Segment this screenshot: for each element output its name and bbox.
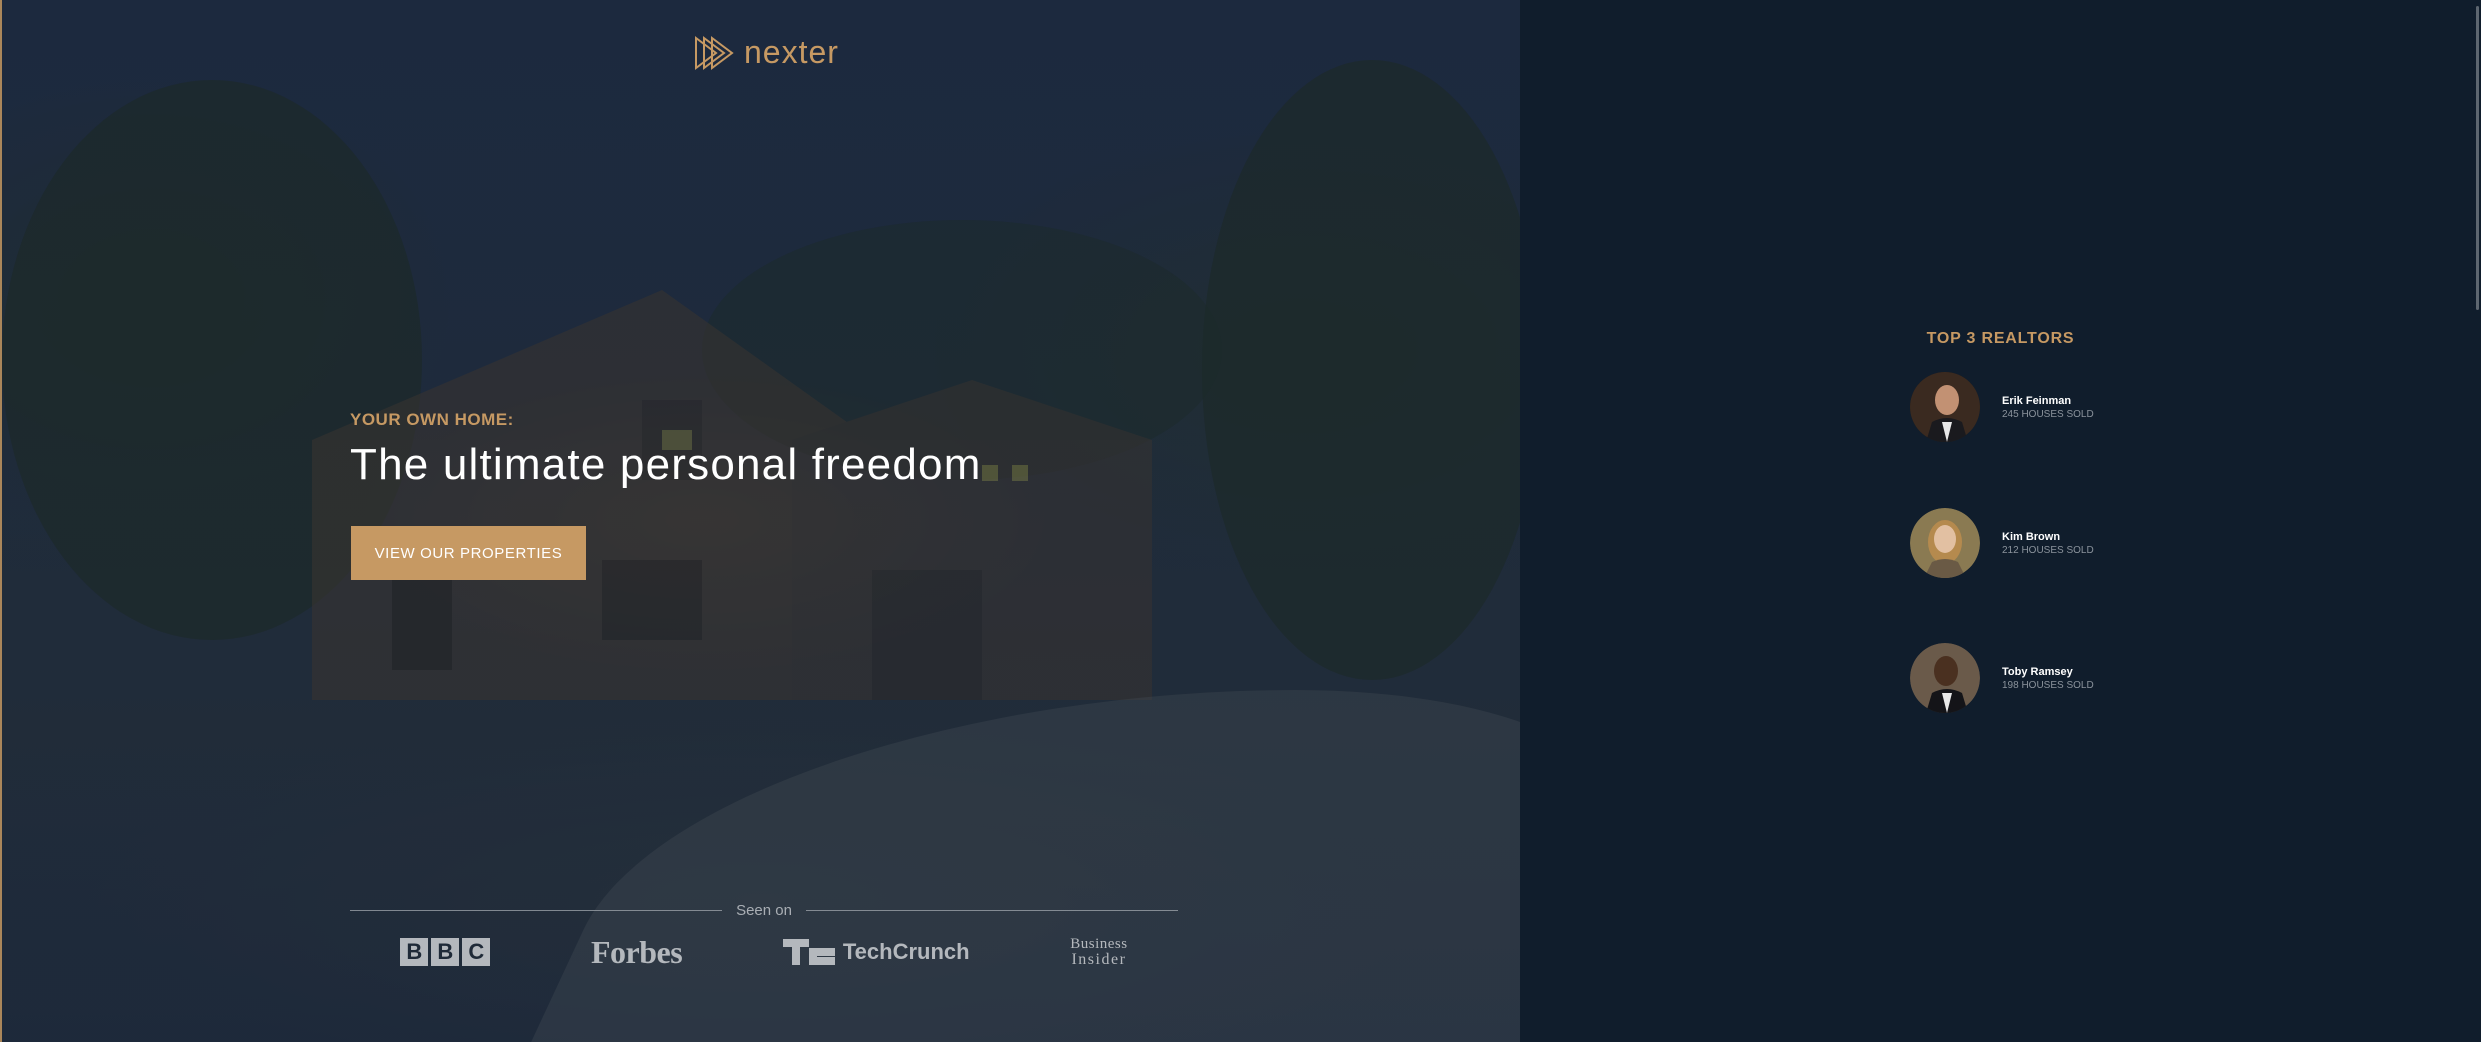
- avatar-portrait: [1910, 643, 1980, 713]
- seen-on-divider: Seen on: [350, 898, 1179, 922]
- press-logos: B B C Forbes TechCrunch Business Insider: [350, 932, 1178, 972]
- brand-logo[interactable]: nexter: [694, 34, 839, 71]
- realtor-name: Kim Brown: [2002, 530, 2061, 543]
- techcrunch-text: TechCrunch: [842, 939, 970, 964]
- realtor-item[interactable]: Kim Brown 212 houses sold: [1910, 508, 2094, 578]
- realtors-sidebar: Top 3 Realtors Erik Feinman 245 houses s…: [1520, 0, 2481, 1042]
- seen-on-label: Seen on: [736, 901, 792, 919]
- logo-text: nexter: [744, 34, 839, 70]
- realtor-name: Toby Ramsey: [2002, 665, 2073, 678]
- realtor-sold: 245 houses sold: [2002, 408, 2094, 420]
- forbes-logo: Forbes: [591, 933, 683, 970]
- avatar: [1910, 372, 1980, 442]
- techcrunch-logo: TechCrunch: [782, 939, 970, 965]
- realtors-title: Top 3 Realtors: [1926, 330, 2075, 347]
- bbc-letter: B: [431, 938, 460, 966]
- divider-line: [350, 909, 723, 911]
- logo-icon: [695, 35, 734, 70]
- techcrunch-icon: [782, 939, 835, 965]
- hero-header: nexter Your own home: The ultimate perso…: [2, 0, 1522, 1042]
- scrollbar-thumb[interactable]: [2476, 6, 2479, 310]
- bi-line-1: Business: [1070, 936, 1128, 952]
- page-scrollbar[interactable]: [2471, 0, 2481, 1042]
- hero-headline: The ultimate personal freedom: [350, 440, 982, 489]
- business-insider-logo: Business Insider: [1070, 936, 1128, 968]
- avatar-portrait: [1910, 372, 1980, 442]
- realtor-item[interactable]: Toby Ramsey 198 houses sold: [1910, 643, 2094, 713]
- avatar: [1910, 508, 1980, 578]
- realtor-name: Erik Feinman: [2002, 394, 2072, 407]
- bbc-logo: B B C: [400, 938, 491, 966]
- bbc-letter: B: [400, 938, 429, 966]
- avatar-portrait: [1910, 508, 1980, 578]
- view-properties-button[interactable]: View our properties: [351, 526, 586, 580]
- bbc-letter: C: [462, 938, 491, 966]
- house-image: [312, 290, 1152, 700]
- bi-line-2: Insider: [1071, 951, 1127, 968]
- hero-subtitle: Your own home:: [350, 410, 514, 429]
- driveway-decoration: [508, 690, 1522, 1042]
- divider-line: [805, 909, 1179, 911]
- realtor-item[interactable]: Erik Feinman 245 houses sold: [1910, 372, 2094, 442]
- realtor-sold: 212 houses sold: [2002, 544, 2094, 556]
- realtor-sold: 198 houses sold: [2002, 679, 2094, 691]
- avatar: [1910, 643, 1980, 713]
